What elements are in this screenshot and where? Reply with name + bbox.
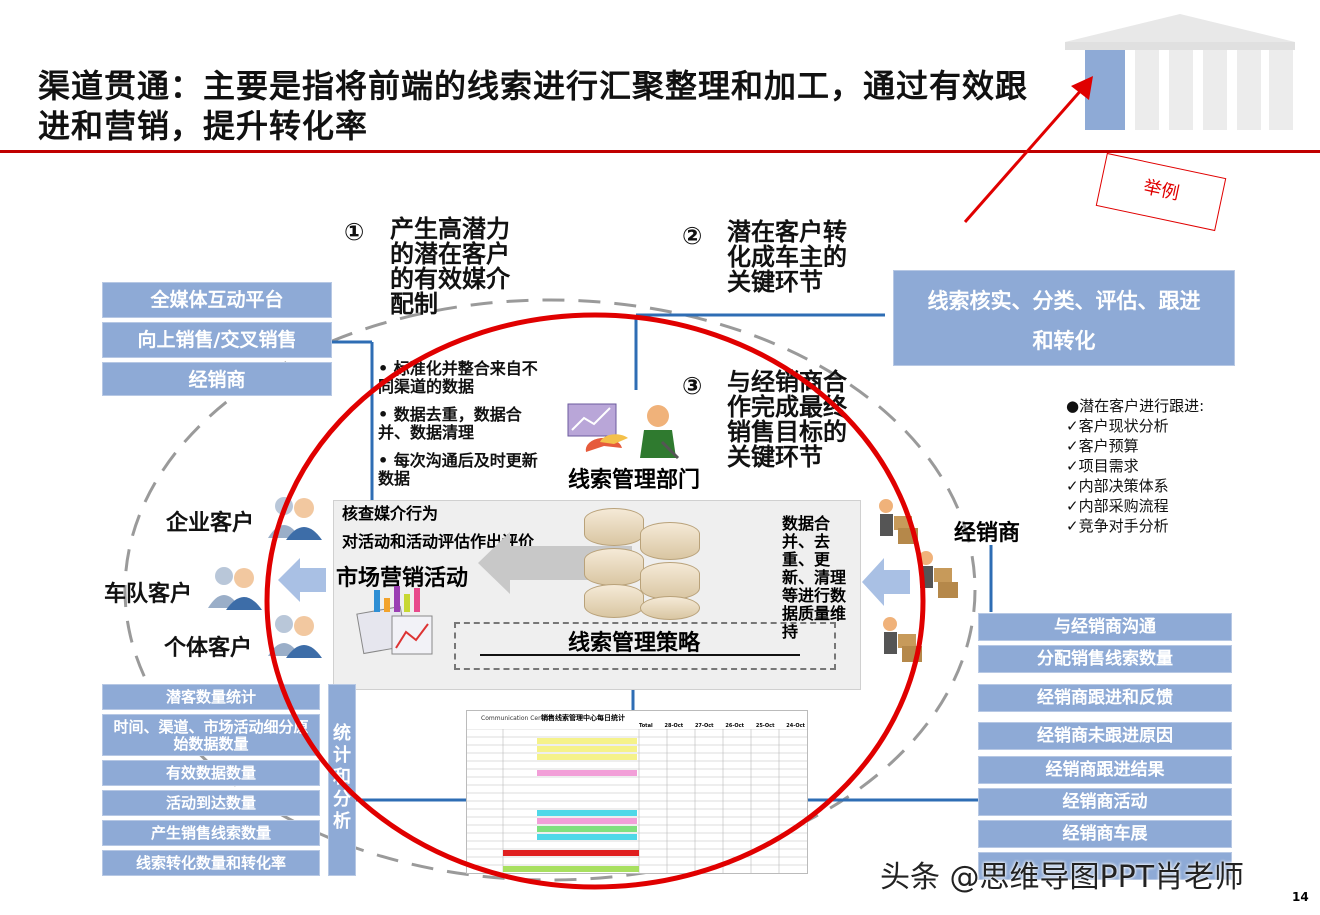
step-2-number: ② (682, 222, 703, 250)
box-assign-leads: 分配销售线索数量 (978, 645, 1232, 673)
box-dealer-followup-feedback: 经销商跟进和反馈 (978, 684, 1232, 712)
customer-enterprise: 企业客户 (166, 511, 255, 536)
step-1-text: 产生高潜力的潜在客户的有效媒介配制 (390, 215, 510, 318)
box-dealer-auto-show: 经销商车展 (978, 820, 1232, 848)
followup-heading: ●潜在客户进行跟进: (1066, 397, 1205, 415)
followup-item: ✓内部采购流程 (1066, 497, 1169, 515)
customer-fleet: 车队客户 (104, 582, 193, 607)
box-dealer-followup-result: 经销商跟进结果 (978, 756, 1232, 784)
watermark: 头条 @思维导图PPT肖老师 (880, 860, 1245, 895)
dealer-label: 经销商 (954, 521, 1021, 546)
customer-individual: 个体客户 (164, 636, 253, 661)
page-number: 14 (1292, 890, 1309, 904)
box-lead-verify-convert: 线索核实、分类、评估、跟进和转化 (893, 270, 1235, 366)
followup-item: ✓内部决策体系 (1066, 477, 1169, 495)
red-highlight-ellipse (264, 312, 926, 890)
box-dealer-communication: 与经销商沟通 (978, 613, 1232, 641)
followup-list: ●潜在客户进行跟进: ✓客户现状分析 ✓客户预算 ✓项目需求 ✓内部决策体系 ✓… (1066, 396, 1266, 536)
followup-item: ✓客户现状分析 (1066, 417, 1169, 435)
box-dealer-no-followup-reason: 经销商未跟进原因 (978, 722, 1232, 750)
step-2-text: 潜在客户转化成车主的关键环节 (727, 218, 847, 296)
followup-item: ✓竞争对手分析 (1066, 517, 1169, 535)
box-dealer-activity: 经销商活动 (978, 788, 1232, 816)
followup-item: ✓客户预算 (1066, 437, 1139, 455)
followup-item: ✓项目需求 (1066, 457, 1139, 475)
step-1-number: ① (344, 218, 365, 246)
